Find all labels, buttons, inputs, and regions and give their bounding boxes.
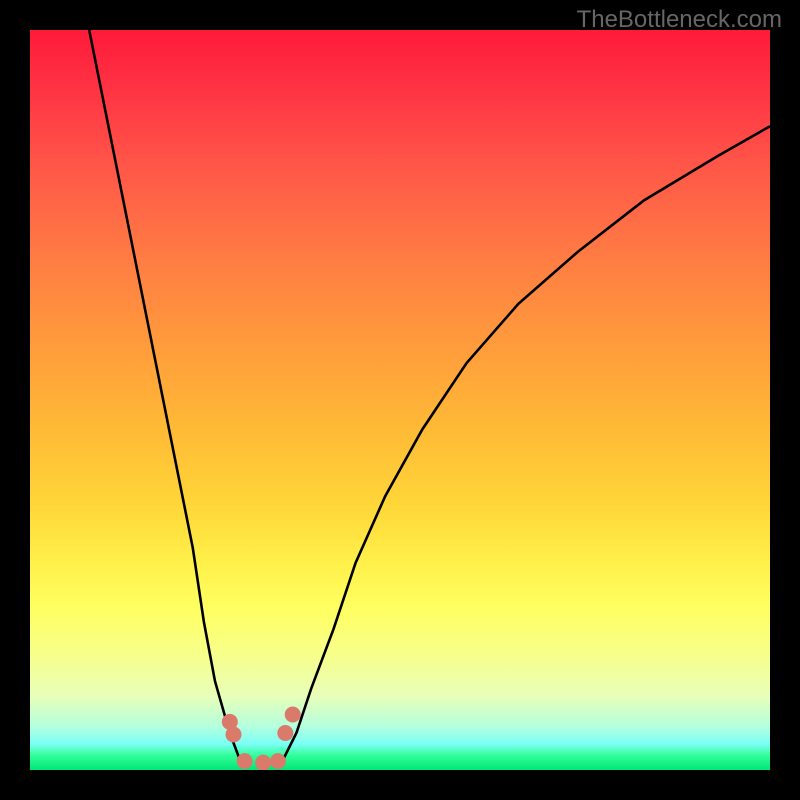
bottleneck-marker: [226, 727, 242, 743]
left-curve: [89, 30, 241, 763]
bottleneck-marker: [277, 725, 293, 741]
chart-svg: [30, 30, 770, 770]
right-curve: [282, 126, 770, 762]
bottleneck-marker: [255, 755, 271, 770]
watermark-text: TheBottleneck.com: [577, 6, 782, 34]
markers-group: [222, 707, 301, 771]
bottleneck-marker: [237, 753, 253, 769]
bottleneck-marker: [285, 707, 301, 723]
plot-area: [30, 30, 770, 770]
bottleneck-marker: [270, 753, 286, 769]
